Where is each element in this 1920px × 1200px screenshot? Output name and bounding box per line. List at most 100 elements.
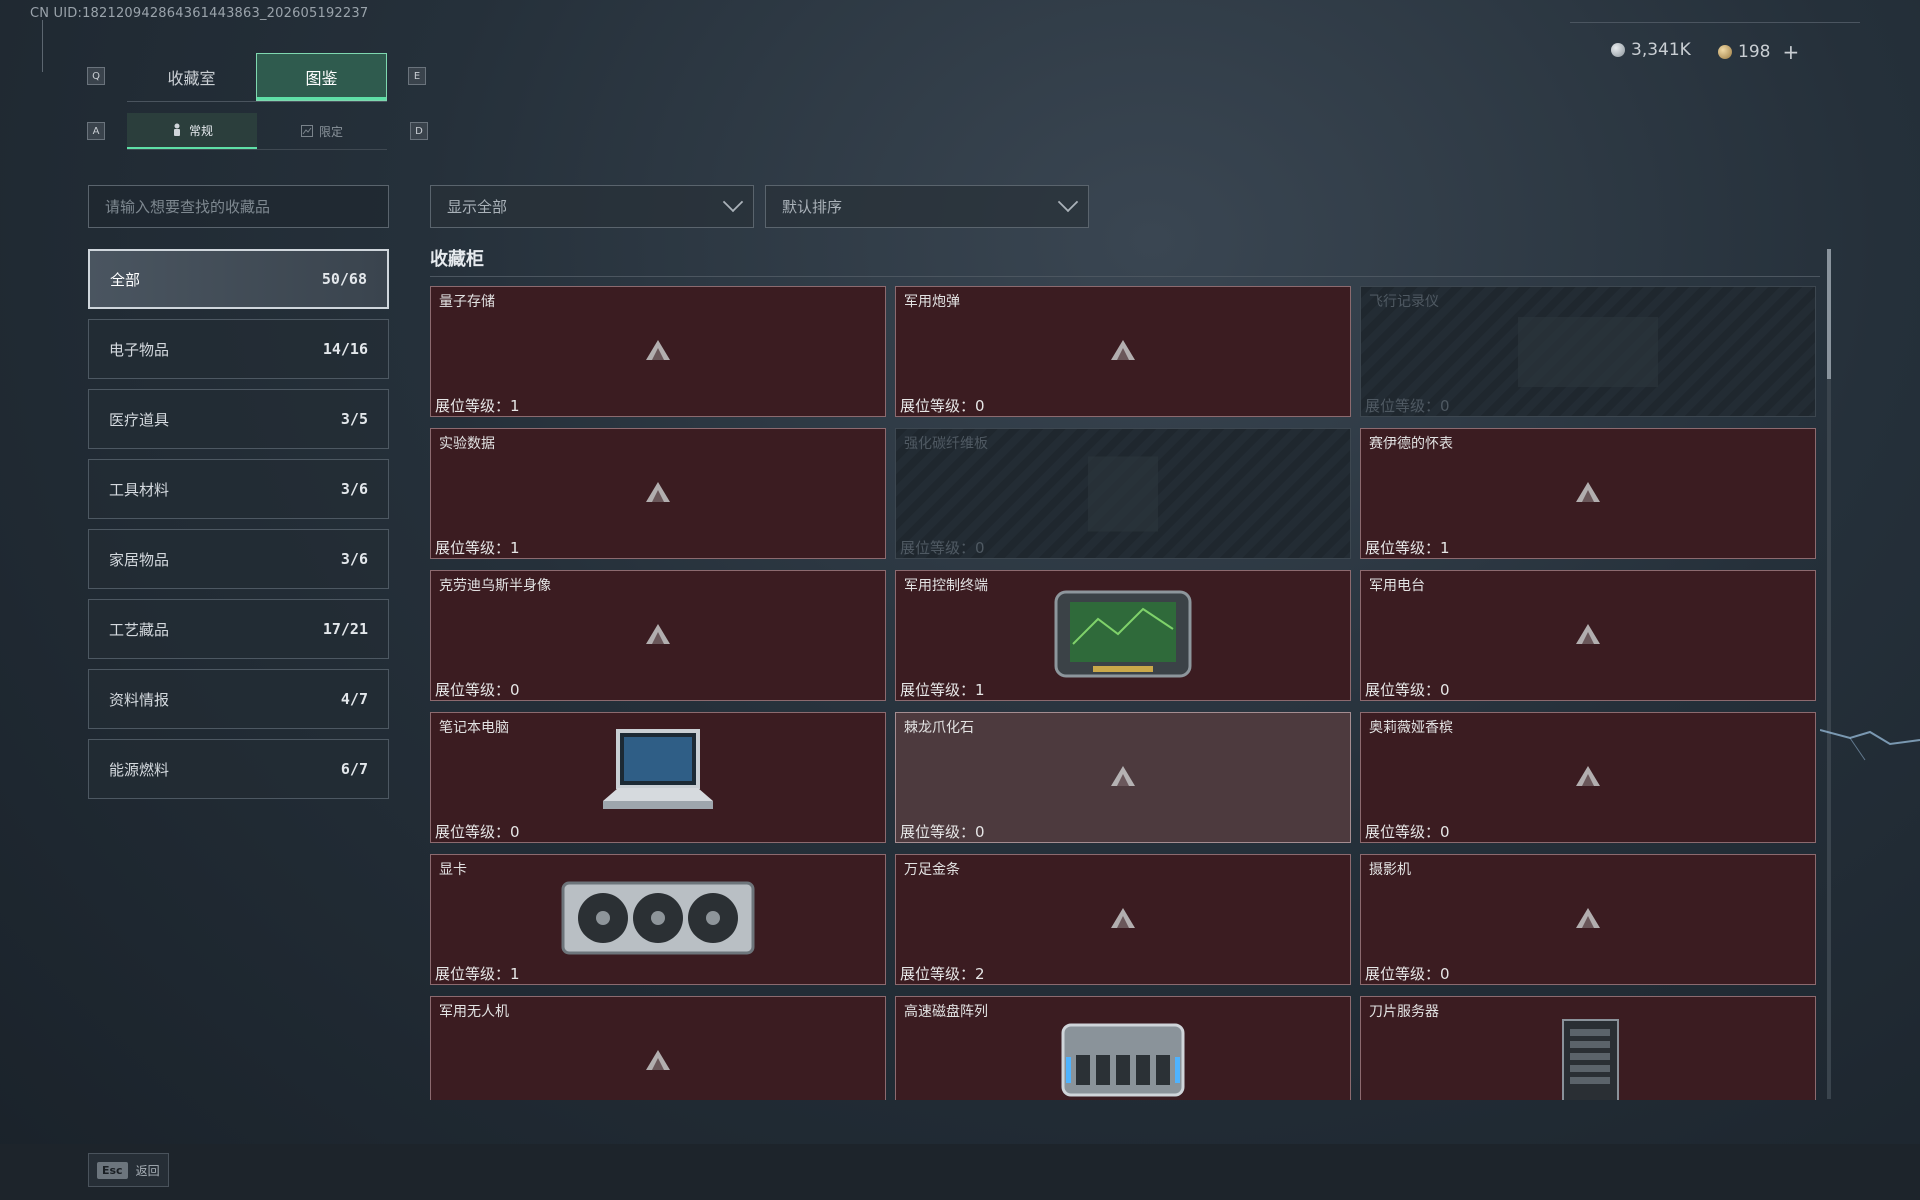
item-name: 奥莉薇娅香槟 (1369, 720, 1453, 736)
level-prefix: 展位等级： (900, 681, 976, 699)
item-level: 展位等级：1 (435, 395, 520, 416)
level-value: 0 (1440, 397, 1450, 415)
item-level: 展位等级：1 (435, 963, 520, 984)
esc-key: Esc (97, 1161, 128, 1179)
level-prefix: 展位等级： (900, 823, 976, 841)
item-level: 展位等级：0 (1365, 821, 1450, 842)
item-name: 刀片服务器 (1369, 1004, 1439, 1020)
level-prefix: 展位等级： (900, 397, 976, 415)
uid-label: CN UID:18212094286436144386​3_2026051922… (30, 6, 369, 21)
main-tabs: 收藏室 图鉴 (127, 53, 387, 102)
category-label: 工具材料 (109, 480, 170, 499)
category-tools[interactable]: 工具材料 3/6 (88, 459, 389, 519)
item-card[interactable]: 军用电台 展位等级：0 (1360, 570, 1816, 701)
level-prefix: 展位等级： (1365, 823, 1441, 841)
item-card[interactable]: 万足金条 展位等级：2 (895, 854, 1351, 985)
category-intel[interactable]: 资料情报 4/7 (88, 669, 389, 729)
item-card[interactable]: 显卡 展位等级：1 (430, 854, 886, 985)
category-label: 全部 (110, 270, 141, 289)
item-grid: 量子存储 展位等级：1 军用炮弹 展位等级：0 飞行记录仪 展位等级：0 实验数据 展位等级：… (430, 286, 1819, 1100)
level-value: 1 (1440, 539, 1450, 557)
back-label: 返回 (135, 1163, 160, 1178)
item-card[interactable]: 军用炮弹展位等级：0 (895, 286, 1351, 417)
item-name: 军用电台 (1369, 578, 1425, 594)
item-name: 飞行记录仪 (1369, 294, 1439, 310)
key-hint-a: A (87, 122, 105, 140)
placeholder-icon (644, 480, 672, 508)
placeholder-icon (1109, 764, 1137, 792)
item-card[interactable]: 飞行记录仪展位等级：0 (1360, 286, 1816, 417)
placeholder-icon (644, 1048, 672, 1076)
category-electronics[interactable]: 电子物品 14/16 (88, 319, 389, 379)
scrollbar[interactable] (1827, 249, 1831, 1099)
level-value: 0 (1440, 823, 1450, 841)
item-level: 展位等级：0 (900, 537, 985, 558)
tab-collection-room[interactable]: 收藏室 (127, 53, 256, 101)
tab-codex[interactable]: 图鉴 (256, 53, 387, 101)
item-name: 笔记本电脑 (439, 720, 509, 736)
item-level: 展位等级：1 (1365, 537, 1450, 558)
level-prefix: 展位等级： (435, 681, 511, 699)
category-medical[interactable]: 医疗道具 3/5 (88, 389, 389, 449)
bottom-bar (0, 1144, 1920, 1200)
item-level: 展位等级：0 (900, 395, 985, 416)
scrollbar-thumb[interactable] (1827, 249, 1831, 379)
level-prefix: 展位等级： (1365, 397, 1441, 415)
item-level: 展位等级：0 (435, 821, 520, 842)
item-level: 展位等级：1 (435, 537, 520, 558)
silver-amount: 3,341K (1631, 40, 1691, 60)
item-card[interactable]: 强化碳纤维板 展位等级：0 (895, 428, 1351, 559)
key-hint-e: E (408, 67, 426, 85)
placeholder-icon (1109, 906, 1137, 934)
item-card[interactable]: 笔记本电脑展位等级：0 (430, 712, 886, 843)
item-card[interactable]: 赛伊德的怀表 展位等级：1 (1360, 428, 1816, 559)
item-card[interactable]: 克劳迪乌斯半身像 展位等级：0 (430, 570, 886, 701)
category-label: 能源燃料 (109, 760, 170, 779)
category-crafts[interactable]: 工艺藏品 17/21 (88, 599, 389, 659)
category-count: 4/7 (340, 690, 368, 708)
level-prefix: 展位等级： (435, 823, 511, 841)
add-currency-button[interactable]: + (1782, 40, 1799, 64)
terminal-image (1048, 584, 1198, 688)
category-all[interactable]: 全部 50/68 (88, 249, 389, 309)
item-name: 量子存储 (439, 294, 495, 310)
chevron-down-icon (1057, 191, 1079, 213)
item-level: 展位等级：2 (900, 963, 985, 984)
item-name: 军用炮弹 (904, 294, 960, 310)
back-button[interactable]: Esc 返回 (88, 1153, 169, 1187)
placeholder-icon (1574, 764, 1602, 792)
item-card[interactable]: 棘龙爪化石 展位等级：0 (895, 712, 1351, 843)
subtab-limited[interactable]: 限定 (257, 113, 387, 149)
display-filter-value: 显示全部 (447, 198, 508, 216)
currency-gold: 198 + (1718, 40, 1799, 64)
disk-array-image (1058, 1015, 1188, 1101)
search-input[interactable]: 请输入想要查找的收藏品 (88, 185, 389, 228)
item-card[interactable]: 实验数据 展位等级：1 (430, 428, 886, 559)
level-value: 1 (510, 539, 520, 557)
server-image (1548, 1015, 1628, 1100)
display-filter-dropdown[interactable]: 显示全部 (430, 185, 754, 228)
category-household[interactable]: 家居物品 3/6 (88, 529, 389, 589)
subtab-limited-label: 限定 (318, 124, 343, 139)
item-card[interactable]: 军用无人机 (430, 996, 886, 1100)
subtab-regular[interactable]: 常规 (127, 113, 257, 149)
item-card[interactable]: 军用控制终端 展位等级：1 (895, 570, 1351, 701)
key-hint-d: D (410, 122, 428, 140)
gold-amount: 198 (1738, 42, 1771, 62)
placeholder-icon (1109, 338, 1137, 366)
item-card[interactable]: 高速磁盘阵列 (895, 996, 1351, 1100)
category-energy[interactable]: 能源燃料 6/7 (88, 739, 389, 799)
key-hint-q: Q (87, 67, 105, 85)
sub-tabs: 常规 限定 (127, 113, 387, 150)
item-card[interactable]: 摄影机 展位等级：0 (1360, 854, 1816, 985)
item-card[interactable]: 量子存储展位等级：1 (430, 286, 886, 417)
category-count: 3/6 (340, 480, 368, 498)
level-prefix: 展位等级： (900, 965, 976, 983)
category-label: 资料情报 (109, 690, 170, 709)
category-label: 医疗道具 (109, 410, 170, 429)
item-card[interactable]: 奥莉薇娅香槟展位等级：0 (1360, 712, 1816, 843)
category-count: 50/68 (321, 270, 367, 288)
sort-dropdown[interactable]: 默认排序 (765, 185, 1089, 228)
level-value: 0 (1440, 965, 1450, 983)
item-card[interactable]: 刀片服务器 (1360, 996, 1816, 1100)
